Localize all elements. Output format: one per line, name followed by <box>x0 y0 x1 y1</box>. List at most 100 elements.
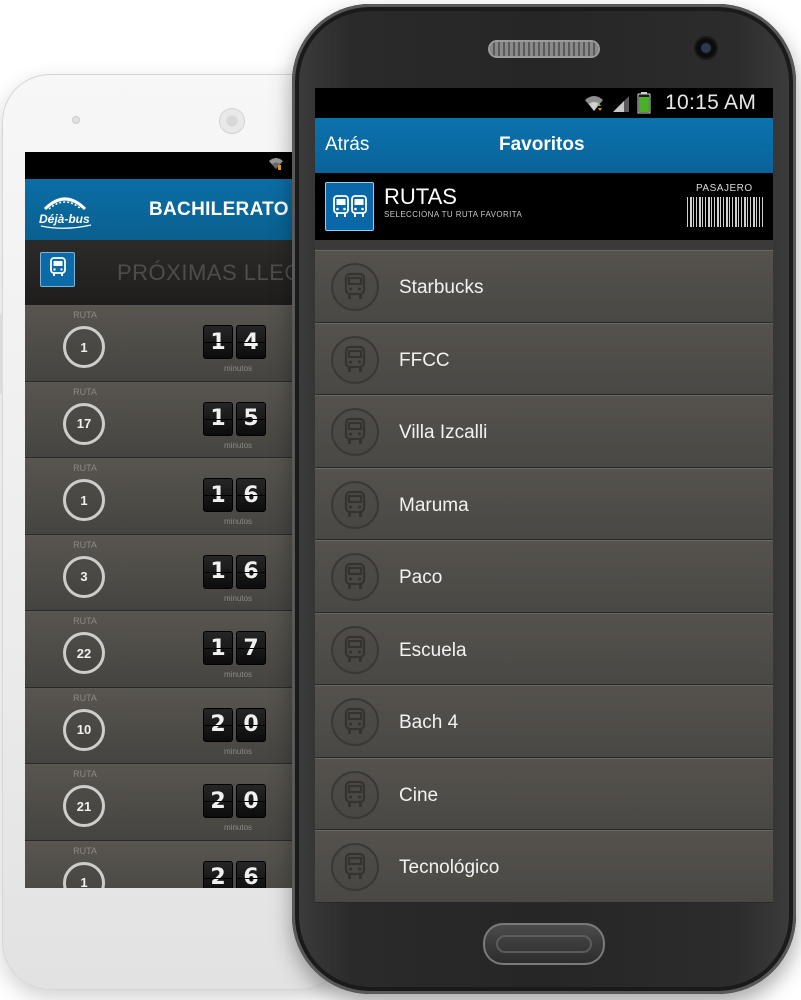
route-label: RUTA <box>73 692 97 703</box>
route-label: RUTA <box>73 769 97 779</box>
minutes-counter: 16 <box>203 554 266 589</box>
barcode-graphic <box>687 197 763 227</box>
route-label: RUTA <box>73 616 97 626</box>
route-label: RUTA <box>73 463 97 473</box>
route-number: 3 <box>80 569 88 584</box>
favorite-route-label: Villa Izcalli <box>399 422 488 443</box>
favorite-route-label: Cine <box>399 784 439 806</box>
favorite-route-item[interactable]: Paco <box>315 540 773 613</box>
route-number: 22 <box>76 645 92 661</box>
minutes-counter: 20 <box>203 707 266 742</box>
favorite-route-label: Starbucks <box>399 277 484 298</box>
routes-ticket-header: RUTAS SELECCIONA TU RUTA FAVORITA PASAJE… <box>315 173 773 240</box>
route-number-badge: 10 <box>63 708 105 751</box>
route-label: RUTA <box>73 386 97 397</box>
digit-text: 1 <box>210 406 226 431</box>
minutes-digit: 4 <box>236 325 266 359</box>
minutes-digit: 6 <box>236 478 266 512</box>
favorite-route-item[interactable]: Villa Izcalli <box>315 395 773 468</box>
minutes-counter: 17 <box>203 631 266 665</box>
bus-icon <box>331 770 379 819</box>
route-number-badge: 1 <box>63 861 105 888</box>
minutes-digit: 7 <box>236 631 266 665</box>
back-button[interactable]: Atrás <box>325 134 369 156</box>
minutes-counter: 26 <box>203 860 266 888</box>
favorite-route-item[interactable]: Tecnológico <box>315 830 773 903</box>
minutes-counter: 20 <box>203 784 266 818</box>
digit-text: 2 <box>210 788 226 814</box>
minutes-counter: 14 <box>203 325 266 359</box>
digit-text: 1 <box>210 559 226 584</box>
favorite-route-item[interactable]: Bach 4 <box>315 685 773 758</box>
route-number-badge: 3 <box>63 555 105 598</box>
bus-icon <box>331 263 379 311</box>
app-showcase: Déjà-bus BACHILERATO PRÓXIMAS LLEGA RUTA… <box>0 0 801 1000</box>
minutes-digit: 6 <box>236 554 266 589</box>
minutes-digit: 0 <box>236 784 266 818</box>
favorite-route-item[interactable]: FFCC <box>315 322 773 395</box>
route-number: 1 <box>80 492 88 508</box>
route-number: 1 <box>80 339 88 355</box>
minutes-label: minutos <box>224 746 253 756</box>
minutes-digit: 1 <box>203 631 233 665</box>
bus-button[interactable] <box>40 252 75 287</box>
route-number-badge: 1 <box>63 479 105 521</box>
favorite-route-label: Paco <box>399 567 443 588</box>
signal-icon <box>611 93 631 118</box>
front-camera <box>696 38 716 58</box>
favorite-route-item[interactable]: Cine <box>315 757 773 830</box>
app-header: Atrás Favoritos <box>315 118 773 173</box>
bus-icon <box>331 335 379 384</box>
route-number-badge: 21 <box>63 785 105 827</box>
digit-text: 6 <box>243 482 259 508</box>
favorite-route-item[interactable]: Escuela <box>315 612 773 685</box>
earpiece-speaker <box>490 42 598 56</box>
status-bar: 10:15 AM <box>315 88 773 118</box>
passenger-label: PASAJERO <box>696 183 753 194</box>
route-label: RUTA <box>73 310 97 320</box>
route-label: RUTA <box>73 845 97 856</box>
digit-text: 1 <box>210 482 226 508</box>
header-title: BACHILERATO <box>149 199 289 220</box>
status-time: 10:15 AM <box>665 91 757 114</box>
minutes-digit: 1 <box>203 325 233 359</box>
favorite-route-label: Escuela <box>399 639 467 661</box>
minutes-digit: 2 <box>203 784 233 818</box>
minutes-digit: 0 <box>236 707 266 742</box>
minutes-label: minutos <box>224 440 253 450</box>
digit-text: 5 <box>243 406 259 431</box>
minutes-digit: 1 <box>203 554 233 589</box>
spacer <box>315 240 773 250</box>
route-number-badge: 17 <box>63 402 105 445</box>
minutes-label: minutos <box>224 670 253 679</box>
upcoming-arrivals-label: PRÓXIMAS LLEGA <box>117 260 318 285</box>
route-number-badge: 22 <box>63 632 105 674</box>
minutes-label: minutos <box>224 517 253 526</box>
favorite-route-label: Maruma <box>399 494 469 516</box>
wifi-icon <box>267 155 285 176</box>
favorite-route-label: FFCC <box>399 349 450 371</box>
black-phone-screen: 10:15 AM Atrás Favoritos RUTAS SELECCION… <box>315 88 773 903</box>
minutes-label: minutos <box>224 823 253 832</box>
favorite-route-label: Tecnológico <box>399 857 500 878</box>
minutes-digit: 1 <box>203 401 233 436</box>
minutes-counter: 16 <box>203 478 266 512</box>
bus-icon <box>331 408 379 456</box>
buses-icon <box>325 182 374 231</box>
wifi-icon <box>583 93 605 118</box>
route-number-badge: 1 <box>63 326 105 368</box>
dejabus-logo: Déjà-bus <box>33 187 97 231</box>
bus-icon <box>49 257 67 282</box>
favorite-route-item[interactable]: Maruma <box>315 467 773 540</box>
favorite-route-item[interactable]: Starbucks <box>315 250 773 323</box>
minutes-digit: 1 <box>203 478 233 512</box>
bus-icon <box>331 480 379 529</box>
home-button[interactable] <box>483 923 605 965</box>
route-number: 17 <box>76 416 92 431</box>
digit-text: 6 <box>243 559 259 584</box>
minutes-digit: 5 <box>236 401 266 436</box>
digit-text: 0 <box>243 788 259 814</box>
digit-text: 0 <box>243 712 259 737</box>
page-title: Favoritos <box>499 134 585 155</box>
digit-text: 1 <box>210 329 226 355</box>
